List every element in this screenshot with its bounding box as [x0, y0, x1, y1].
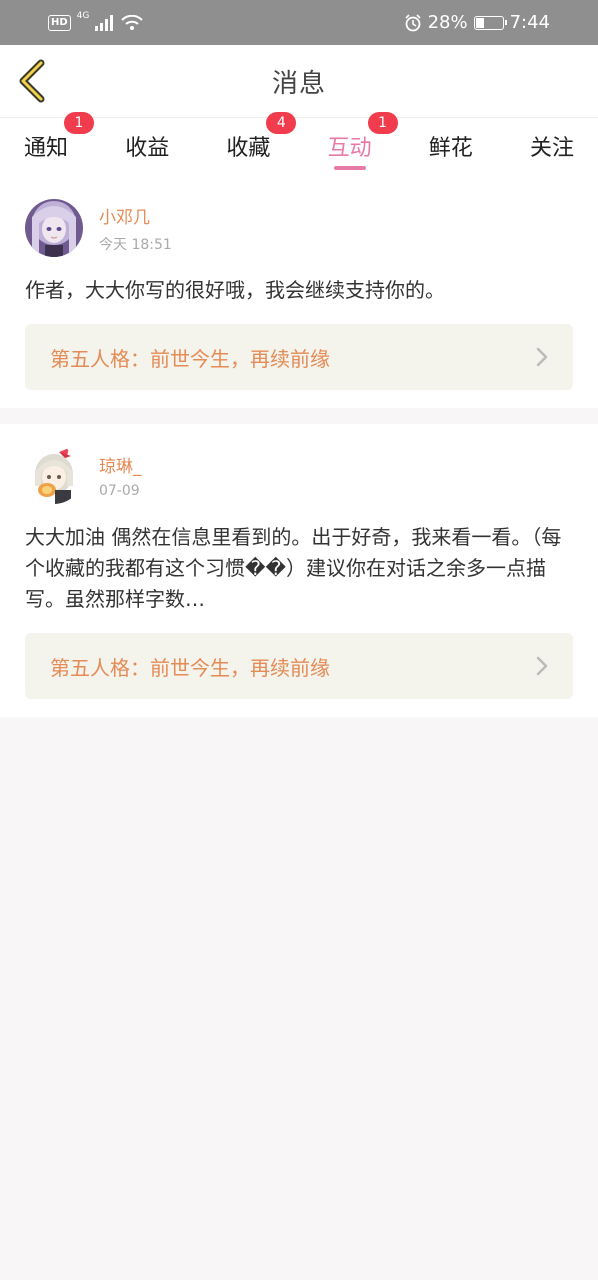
tab-label: 收益 [125, 136, 170, 161]
tab-following[interactable]: 关注 [530, 118, 574, 178]
username[interactable]: 琼琳_ [99, 452, 142, 477]
tab-flowers[interactable]: 鲜花 [429, 118, 473, 178]
work-link[interactable]: 第五人格：前世今生，再续前缘 [25, 324, 573, 390]
alarm-icon [404, 13, 421, 31]
work-link[interactable]: 第五人格：前世今生，再续前缘 [25, 633, 573, 699]
chevron-right-icon [536, 347, 548, 367]
signal-icon [95, 14, 114, 31]
tab-favorites[interactable]: 收藏 4 [226, 112, 297, 178]
message-card: 小邓几 今天 18:51 作者，大大你写的很好哦，我会继续支持你的。 第五人格：… [0, 177, 598, 408]
status-bar: HD 4G 28% 7:44 [0, 0, 598, 45]
timestamp: 07-09 [99, 482, 140, 499]
user-meta: 小邓几 今天 18:51 [99, 203, 172, 254]
page-title: 消息 [271, 68, 326, 99]
work-title: 第五人格：前世今生，再续前缘 [50, 346, 330, 371]
chevron-right-icon [536, 656, 548, 676]
tab-notifications[interactable]: 通知 1 [24, 112, 95, 178]
username[interactable]: 小邓几 [99, 203, 172, 228]
message-header: 琼琳_ 07-09 [25, 446, 573, 504]
tab-label: 收藏 [226, 136, 271, 161]
chevron-left-icon [19, 59, 45, 103]
unread-badge: 1 [64, 112, 95, 134]
header: 消息 [0, 45, 598, 117]
avatar[interactable] [25, 446, 83, 504]
comment-text: 大大加油 偶然在信息里看到的。出于好奇，我来看一看。（每个收藏的我都有这个习惯�… [25, 525, 562, 611]
unread-badge: 4 [266, 112, 297, 134]
status-right: 28% 7:44 [404, 12, 550, 33]
user-meta: 琼琳_ 07-09 [99, 452, 142, 499]
network-type: 4G [76, 10, 90, 21]
tab-bar: 通知 1 收益 收藏 4 互动 1 鲜花 关注 [0, 112, 598, 178]
battery-percent: 28% [427, 12, 468, 33]
tab-label: 互动 [327, 136, 372, 161]
battery-icon [473, 15, 507, 30]
tab-label: 关注 [529, 136, 574, 161]
message-card: 琼琳_ 07-09 大大加油 偶然在信息里看到的。出于好奇，我来看一看。（每个收… [0, 424, 598, 717]
tab-label: 鲜花 [428, 136, 473, 161]
tab-earnings[interactable]: 收益 [125, 118, 169, 178]
avatar[interactable] [25, 199, 83, 257]
tab-label: 通知 [24, 136, 69, 161]
wifi-icon [121, 14, 144, 30]
timestamp: 今天 18:51 [99, 236, 172, 253]
unread-badge: 1 [367, 112, 398, 134]
hd-icon: HD [48, 14, 71, 31]
work-title: 第五人格：前世今生，再续前缘 [50, 655, 330, 680]
message-header: 小邓几 今天 18:51 [25, 199, 573, 257]
back-button[interactable] [14, 59, 50, 103]
status-left: HD 4G [48, 11, 144, 31]
comment-text: 作者，大大你写的很好哦，我会继续支持你的。 [25, 278, 445, 302]
tab-interactions[interactable]: 互动 1 [327, 112, 398, 178]
clock: 7:44 [509, 12, 550, 33]
